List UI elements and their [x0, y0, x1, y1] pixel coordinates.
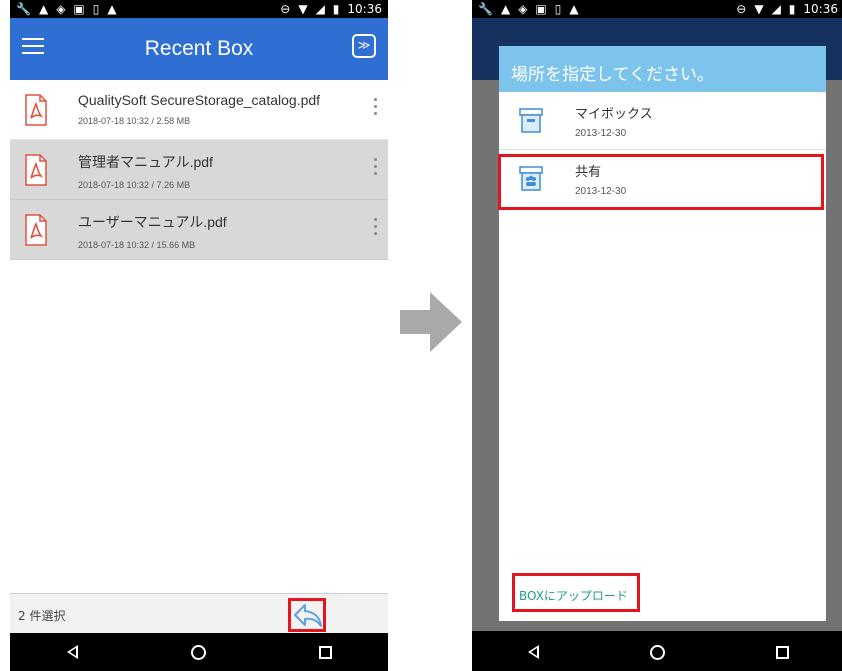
status-time: 10:36 — [803, 2, 838, 16]
back-icon[interactable] — [527, 645, 539, 659]
reply-arrow-icon — [294, 604, 322, 627]
upload-share-button[interactable] — [288, 598, 326, 632]
recent-apps-icon[interactable] — [775, 645, 789, 659]
location-dialog: 場所を指定してください。 マイボックス 2013-12-30 共有 2013-1… — [499, 46, 826, 621]
file-list: QualitySoft SecureStorage_catalog.pdf 20… — [10, 80, 388, 631]
wrench-icon: 🔧 — [478, 2, 493, 16]
wifi-icon: ▼ — [754, 2, 764, 16]
wifi-icon: ▼ — [298, 2, 308, 16]
status-time: 10:36 — [347, 2, 382, 16]
file-row[interactable]: QualitySoft SecureStorage_catalog.pdf 20… — [10, 80, 388, 140]
signal-icon: ◢ — [315, 2, 325, 16]
warning-icon: ▲ — [569, 2, 579, 16]
more-options-icon[interactable] — [374, 98, 378, 119]
shield-icon: ◈ — [518, 2, 528, 16]
image-icon: ▣ — [535, 2, 547, 16]
file-name: ユーザーマニュアル.pdf — [78, 214, 227, 230]
phone-screen-select-location: 🔧 ▲ ◈ ▣ ▯ ▲ ⊖ ▼ ◢ ▮ 10:36 場所を指定してください。 マ… — [472, 0, 842, 671]
chevron-double-down-icon: ≫ — [357, 38, 371, 52]
status-bar: 🔧 ▲ ◈ ▣ ▯ ▲ ⊖ ▼ ◢ ▮ 10:36 — [10, 0, 388, 18]
shield-icon: ◈ — [56, 2, 66, 16]
app-title: Recent Box — [144, 37, 254, 60]
recent-apps-icon[interactable] — [318, 645, 332, 659]
file-row[interactable]: 管理者マニュアル.pdf 2018-07-18 10:32 / 7.26 MB — [10, 140, 388, 200]
pdf-icon — [25, 94, 47, 126]
warning-icon: ▲ — [38, 2, 49, 16]
home-icon[interactable] — [190, 644, 206, 660]
signal-icon: ◢ — [771, 2, 781, 16]
selection-bar: 2 件選択 — [10, 593, 388, 633]
pdf-icon — [25, 214, 47, 246]
sim-icon: ▯ — [554, 2, 562, 16]
more-options-icon[interactable] — [374, 158, 378, 179]
archive-box-icon — [519, 108, 543, 133]
system-nav-bar — [10, 633, 388, 671]
battery-icon: ▮ — [332, 2, 340, 16]
box-date: 2013-12-30 — [575, 128, 627, 139]
status-bar: 🔧 ▲ ◈ ▣ ▯ ▲ ⊖ ▼ ◢ ▮ 10:36 — [472, 0, 842, 18]
file-name: 管理者マニュアル.pdf — [78, 154, 213, 170]
wrench-icon: 🔧 — [16, 2, 31, 16]
system-nav-bar — [472, 633, 842, 671]
next-step-arrow-icon — [400, 292, 462, 352]
battery-icon: ▮ — [788, 2, 796, 16]
dialog-title: 場所を指定してください。 — [499, 46, 826, 92]
sim-icon: ▯ — [92, 2, 100, 16]
selection-count: 2 件選択 — [18, 609, 66, 623]
file-meta: 2018-07-18 10:32 / 2.58 MB — [78, 116, 191, 126]
highlight-upload-link — [512, 573, 640, 612]
more-options-icon[interactable] — [374, 218, 378, 239]
expand-button[interactable]: ≫ — [352, 34, 376, 58]
warning-icon: ▲ — [500, 2, 511, 16]
pdf-icon — [25, 154, 47, 186]
highlight-shared-box — [498, 154, 824, 210]
box-name: マイボックス — [575, 107, 653, 122]
home-icon[interactable] — [649, 644, 665, 660]
menu-icon[interactable] — [22, 38, 44, 56]
dnd-icon: ⊖ — [280, 2, 291, 16]
warning-icon: ▲ — [107, 2, 117, 16]
file-name: QualitySoft SecureStorage_catalog.pdf — [78, 92, 321, 108]
file-meta: 2018-07-18 10:32 / 7.26 MB — [78, 180, 191, 190]
app-bar: Recent Box ≫ — [10, 18, 388, 80]
back-icon[interactable] — [66, 645, 78, 659]
dnd-icon: ⊖ — [736, 2, 747, 16]
box-item-my-box[interactable]: マイボックス 2013-12-30 — [499, 92, 826, 150]
image-icon: ▣ — [73, 2, 85, 16]
phone-screen-recent-box: 🔧 ▲ ◈ ▣ ▯ ▲ ⊖ ▼ ◢ ▮ 10:36 Recent Box ≫ Q… — [10, 0, 388, 671]
file-row[interactable]: ユーザーマニュアル.pdf 2018-07-18 10:32 / 15.66 M… — [10, 200, 388, 260]
file-meta: 2018-07-18 10:32 / 15.66 MB — [78, 240, 196, 250]
